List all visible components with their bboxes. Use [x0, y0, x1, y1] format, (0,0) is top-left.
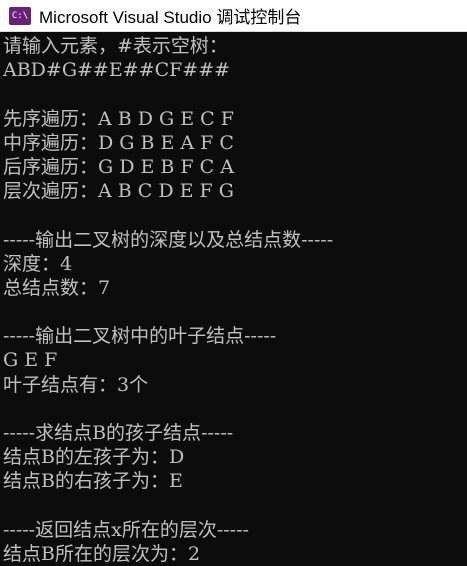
console-line: 层次遍历：A B C D E F G	[3, 180, 234, 203]
title-bar: C:\ Microsoft Visual Studio 调试控制台	[0, 0, 467, 32]
console-line: 结点B所在的层次为：2	[3, 542, 201, 565]
console-line: ABD#G##E##CF###	[3, 59, 231, 82]
console-output: 请输入元素，#表示空树： ABD#G##E##CF### 先序遍历：A B D …	[0, 32, 467, 566]
console-line: 叶子结点有：3个	[3, 373, 149, 396]
console-line: -----返回结点x所在的层次-----	[3, 518, 249, 541]
console-line: G E F	[3, 349, 58, 372]
console-line: 结点B的左孩子为：D	[3, 446, 185, 469]
console-line: -----求结点B的孩子结点-----	[3, 422, 234, 444]
console-line: 后序遍历：G D E B F C A	[3, 155, 234, 178]
console-line: 中序遍历：D G B E A F C	[3, 131, 234, 154]
console-line: 结点B的右孩子为：E	[3, 470, 183, 493]
window-title: Microsoft Visual Studio 调试控制台	[39, 8, 302, 27]
console-app-icon: C:\	[9, 6, 31, 25]
console-line: 请输入元素，#表示空树：	[3, 35, 228, 57]
console-line: 总结点数：7	[3, 276, 111, 299]
console-line: -----输出二叉树中的叶子结点-----	[3, 325, 277, 348]
console-line: 先序遍历：A B D G E C F	[3, 107, 234, 130]
console-line: -----输出二叉树的深度以及总结点数-----	[3, 228, 334, 251]
console-line: 深度：4	[3, 252, 73, 275]
